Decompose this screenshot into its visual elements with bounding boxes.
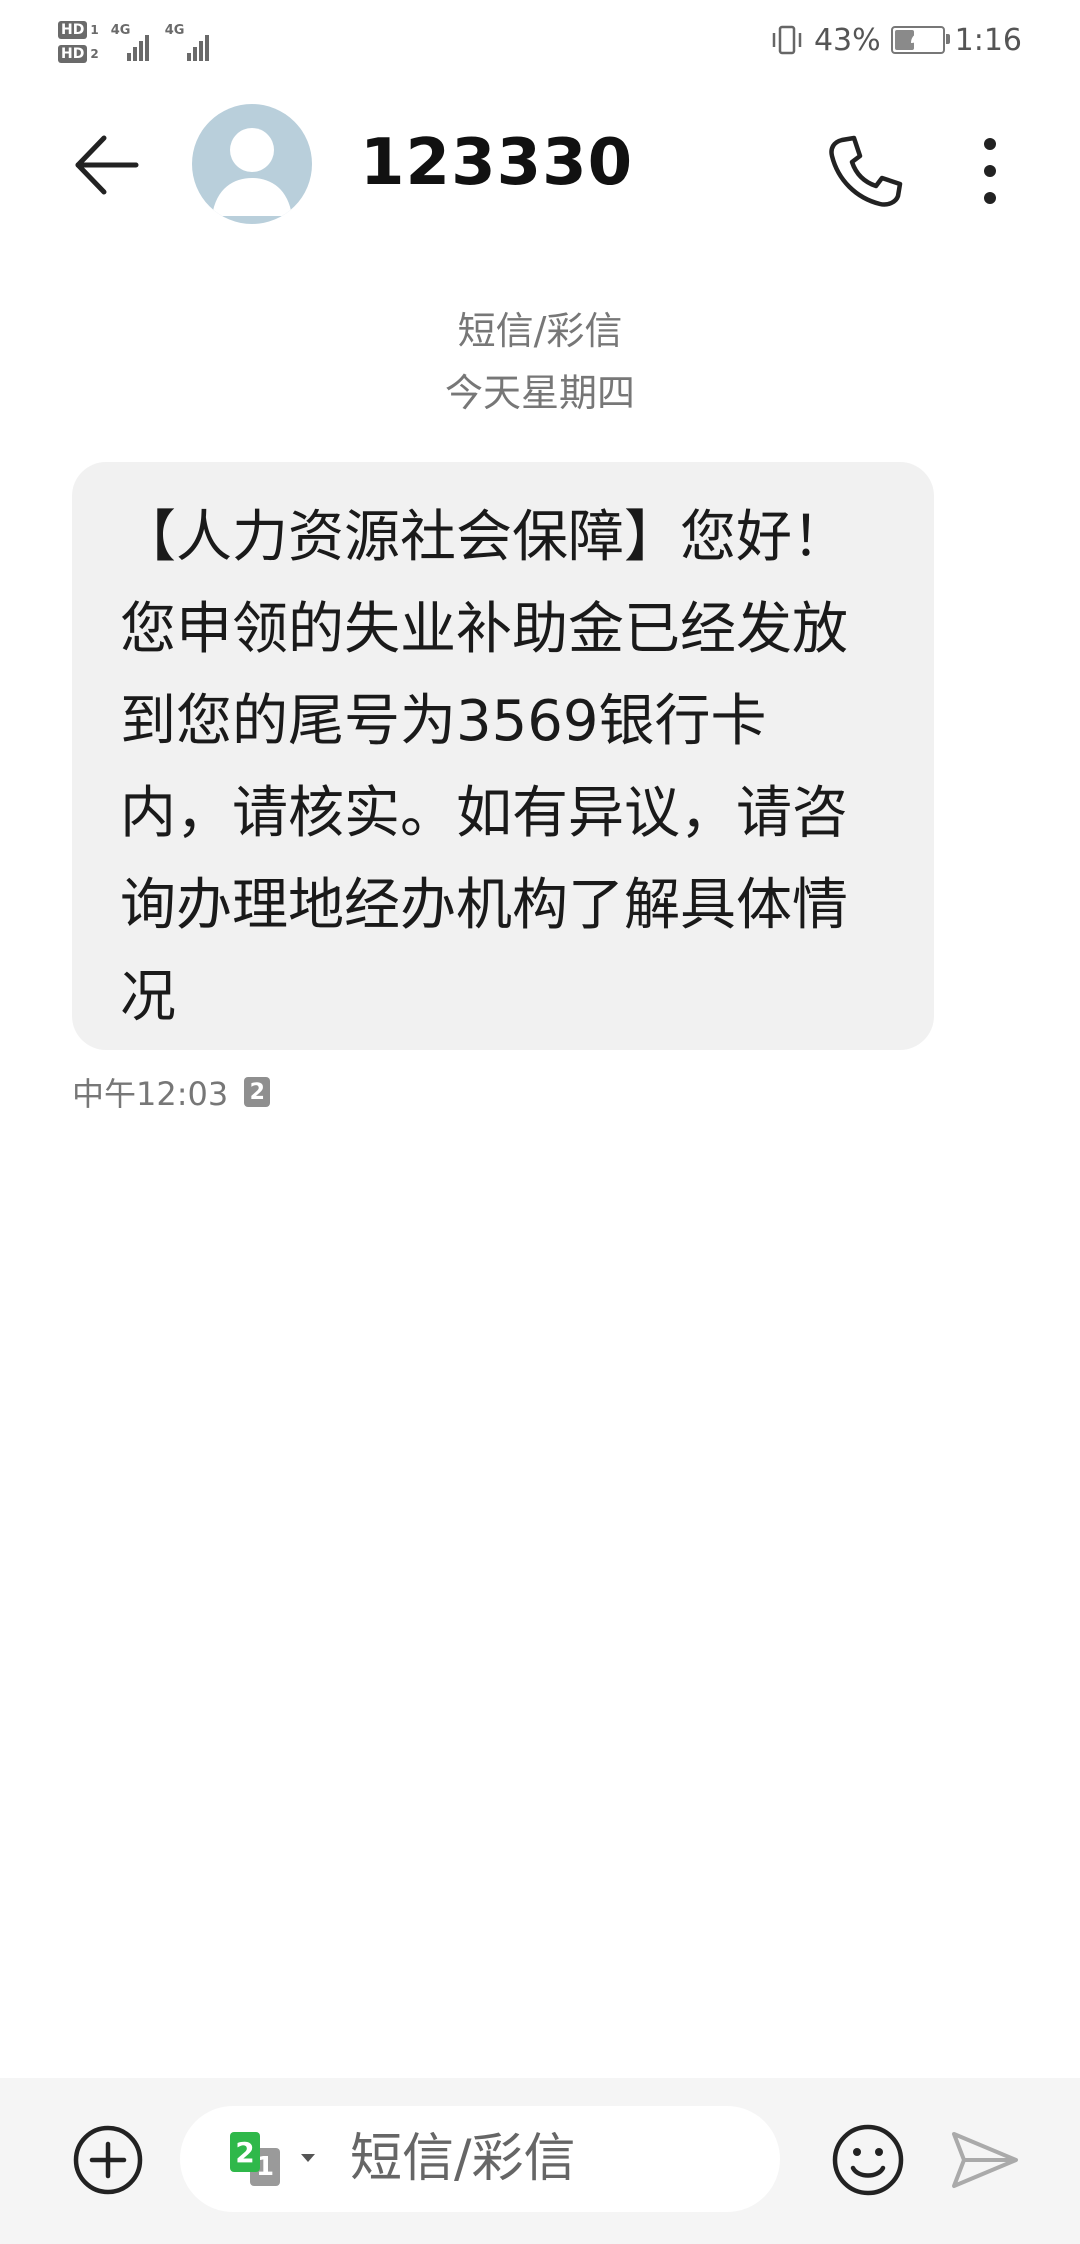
- signal-bar: [132, 47, 137, 61]
- message-time: 中午12:03: [72, 1075, 229, 1113]
- back-arrow-icon: [75, 135, 139, 195]
- status-bar: HD 1 HD 2 4G 4G 43% 1:16: [0, 0, 1080, 80]
- signal-bar: [126, 53, 131, 61]
- compose-bar: 1 2: [0, 2078, 1080, 2244]
- signal-bar: [138, 41, 143, 61]
- emoji-icon: [832, 2124, 904, 2196]
- back-button[interactable]: [60, 120, 150, 210]
- hd-sim2: HD 2: [58, 45, 99, 63]
- message-meta: 中午12:03 2: [72, 1066, 271, 1118]
- signal-bar: [144, 35, 149, 61]
- more-vertical-icon: [984, 138, 996, 204]
- emoji-button[interactable]: [826, 2118, 910, 2202]
- eco-leaf-icon: [910, 33, 921, 43]
- more-options-button[interactable]: [950, 126, 1030, 216]
- network-type-label: 4G: [164, 23, 185, 38]
- sim-selector[interactable]: 1 2: [230, 2128, 316, 2190]
- signal-bar: [198, 41, 203, 61]
- conversation-header: 123330: [0, 90, 1080, 240]
- signal-bar: [186, 53, 191, 61]
- add-circle-icon: [73, 2125, 143, 2195]
- hd-badge: HD: [58, 21, 88, 39]
- signal-bar: [192, 47, 197, 61]
- message-bubble[interactable]: 【人力资源社会保障】您好！您申领的失业补助金已经发放到您的尾号为3569银行卡内…: [72, 462, 934, 1050]
- hd-sim-index: 2: [90, 47, 99, 61]
- send-icon: [952, 2132, 1018, 2188]
- sim-card-icon: 2: [244, 1077, 271, 1107]
- contact-avatar[interactable]: [192, 104, 312, 224]
- send-button[interactable]: [944, 2120, 1024, 2200]
- network-type-label: 4G: [110, 23, 131, 38]
- vibrate-icon: [772, 25, 802, 55]
- status-right: 43% 1:16: [770, 18, 1022, 62]
- message-input[interactable]: [350, 2128, 760, 2190]
- signal-bar: [204, 35, 209, 61]
- avatar-icon: [212, 128, 292, 216]
- status-left: HD 1 HD 2 4G 4G: [58, 12, 217, 72]
- messaging-screen: HD 1 HD 2 4G 4G 43% 1:16 123330 短信/彩信 今天…: [0, 0, 1080, 2244]
- channel-label: 短信/彩信: [457, 309, 623, 353]
- message-input-container: 1 2: [180, 2106, 780, 2212]
- date-separator: 今天星期四: [444, 371, 635, 415]
- hd-sim1: HD 1: [58, 21, 99, 39]
- contact-name[interactable]: 123330: [360, 126, 633, 200]
- hd-voice-indicators: HD 1 HD 2: [58, 21, 99, 63]
- phone-icon: [829, 135, 903, 207]
- chevron-down-icon: [301, 2154, 315, 2162]
- battery-icon: [890, 26, 950, 54]
- signal-strength-icon: 4G: [165, 23, 217, 61]
- call-button[interactable]: [820, 126, 910, 216]
- hd-sim-index: 1: [90, 23, 99, 37]
- battery-percent: 43%: [813, 22, 881, 58]
- status-time: 1:16: [954, 22, 1022, 58]
- sim-primary-icon: 2: [230, 2132, 260, 2172]
- hd-badge: HD: [58, 45, 88, 63]
- signal-strength-icon: 4G: [111, 23, 153, 61]
- message-text: 【人力资源社会保障】您好！您申领的失业补助金已经发放到您的尾号为3569银行卡内…: [120, 505, 848, 1030]
- conversation-meta: 短信/彩信 今天星期四: [0, 300, 1080, 424]
- attach-button[interactable]: [68, 2120, 148, 2200]
